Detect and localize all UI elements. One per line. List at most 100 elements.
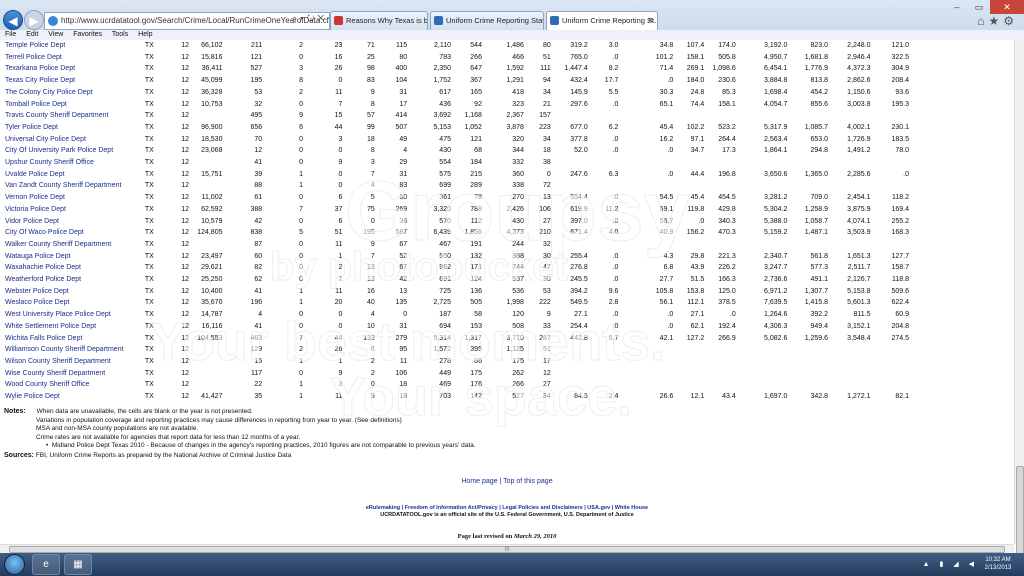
data-cell: 31 xyxy=(399,170,408,178)
data-cell: TX xyxy=(144,252,154,260)
menu-file[interactable]: File xyxy=(5,31,16,38)
data-cell: 0 xyxy=(299,135,304,143)
menu-view[interactable]: View xyxy=(48,31,63,38)
minimize-button[interactable]: – xyxy=(946,0,968,14)
horizontal-scrollbar[interactable]: ||| xyxy=(0,544,1014,553)
note-line-1: When data are unavailable, the cells are… xyxy=(36,408,253,415)
data-cell: 653.0 xyxy=(810,135,829,143)
data-cell: 102.2 xyxy=(686,123,705,131)
data-cell: 105.8 xyxy=(655,287,674,295)
gear-icon[interactable]: ⚙ xyxy=(1003,14,1018,28)
agency-name-cell: Walker County Sheriff Department xyxy=(5,240,112,248)
data-cell: 127.2 xyxy=(686,334,705,342)
data-cell: 11 xyxy=(335,88,343,96)
data-cell: 394.2 xyxy=(570,287,588,295)
address-bar-buttons[interactable]: ⌕▾↻✕ xyxy=(292,13,327,24)
address-bar[interactable]: http://www.ucrdatatool.gov/Search/Crime/… xyxy=(44,12,330,30)
data-cell: 10 xyxy=(367,322,375,330)
data-cell: 1 xyxy=(338,357,343,365)
table-row: Terrell Police Dept TX 12 15,816 121 0 16 25 80 7… xyxy=(4,52,910,64)
forward-button[interactable]: ▶ xyxy=(24,10,44,30)
data-cell: 377.8 xyxy=(570,135,588,143)
page-revised: Page last revised on March 29, 2010 xyxy=(0,533,1014,540)
data-cell: 12 xyxy=(181,369,190,377)
data-cell: 274.5 xyxy=(891,334,909,342)
data-cell: 5,153.8 xyxy=(847,287,871,295)
agency-name-cell: Texas City Police Dept xyxy=(5,77,76,85)
data-cell: 50 xyxy=(399,194,408,202)
menu-favorites[interactable]: Favorites xyxy=(73,31,102,38)
ie-taskbar-icon[interactable]: e xyxy=(32,554,60,575)
data-cell: 12 xyxy=(181,311,190,319)
data-cell: 184 xyxy=(470,159,482,167)
data-cell: 29 xyxy=(399,159,408,167)
data-cell: 5,082.6 xyxy=(764,334,788,342)
agency-name-cell: Waxahachie Police Dept xyxy=(5,264,82,272)
data-cell: 454.2 xyxy=(810,88,829,96)
data-cell: 0 xyxy=(299,252,304,260)
table-row: Tomball Police Dept TX 12 10,753 32 0 7 8 17 436 9… xyxy=(4,99,910,111)
data-cell: 1 xyxy=(299,381,304,389)
data-cell: 12 xyxy=(181,229,190,237)
data-cell: 67 xyxy=(399,264,408,272)
data-cell: TX xyxy=(144,322,154,330)
data-cell: 13 xyxy=(543,194,551,202)
explorer-taskbar-icon[interactable]: ▦ xyxy=(64,554,92,575)
footer-links[interactable]: eRulemaking | Freedom of Information Act… xyxy=(0,505,1014,512)
top-of-page-link[interactable]: Top of this page xyxy=(503,478,552,485)
data-cell: 34.7 xyxy=(690,147,705,155)
data-cell: 98 xyxy=(367,65,375,73)
menu-help[interactable]: Help xyxy=(138,31,152,38)
data-cell: 31 xyxy=(399,322,408,330)
data-cell xyxy=(705,368,736,380)
system-tray[interactable]: ▲ ▮ ◢ ◀ xyxy=(923,560,978,568)
agency-name-cell: Van Zandt County Sheriff Department xyxy=(5,182,122,190)
start-button[interactable] xyxy=(4,554,25,575)
data-cell: 15,816 xyxy=(201,53,223,61)
favorites-star-icon[interactable]: ★ xyxy=(988,14,1003,28)
menu-edit[interactable]: Edit xyxy=(26,31,38,38)
data-cell: 45.4 xyxy=(690,194,705,202)
data-cell xyxy=(619,110,674,122)
data-cell: 3,878 xyxy=(506,123,524,131)
tab-ucr-stats[interactable]: Uniform Crime Reporting Stati... xyxy=(430,11,544,31)
data-cell: 118.2 xyxy=(892,194,909,202)
vertical-scrollbar[interactable] xyxy=(1014,40,1024,576)
data-cell: 788 xyxy=(470,205,482,213)
table-row: Universal City Police Dept TX 12 18,530 70 0 3… xyxy=(4,134,910,146)
tab-ucr-active[interactable]: Uniform Crime Reporting St... ✕ xyxy=(546,11,658,31)
data-cell: 319.2 xyxy=(570,42,588,49)
data-cell: 3,692 xyxy=(433,112,451,120)
data-cell: 1,307.7 xyxy=(804,287,829,295)
data-cell: 60.9 xyxy=(895,311,909,319)
table-body: Temple Police Dept TX 12 66,102 211 2 23 71 115 2… xyxy=(4,40,910,403)
data-cell: 33 xyxy=(543,322,551,330)
data-cell: 16 xyxy=(334,53,343,61)
tab-close-icon[interactable]: ✕ xyxy=(647,12,654,30)
home-icon[interactable]: ⌂ xyxy=(977,14,988,28)
data-cell: 418 xyxy=(512,88,524,96)
data-cell xyxy=(552,344,589,356)
tab-reasons-texas[interactable]: Reasons Why Texas is better th... xyxy=(330,11,428,31)
horizontal-scroll-thumb[interactable]: ||| xyxy=(9,546,1005,553)
data-cell: 18 xyxy=(399,381,408,389)
tab-label: Uniform Crime Reporting Stati... xyxy=(446,16,544,25)
data-cell: 0 xyxy=(338,170,343,178)
data-cell: 36 xyxy=(399,217,408,225)
data-cell: 7 xyxy=(338,276,343,284)
clock[interactable]: 10:32 AM 2/13/2013 xyxy=(978,556,1018,572)
data-cell: 0 xyxy=(299,322,304,330)
data-cell: 12.1 xyxy=(690,393,705,401)
home-page-link[interactable]: Home page xyxy=(461,478,497,485)
data-cell: TX xyxy=(144,147,154,155)
data-cell: 132 xyxy=(470,252,482,260)
note-line-2: Variations in population coverage and re… xyxy=(36,416,402,424)
close-button[interactable]: ✕ xyxy=(990,0,1024,14)
back-button[interactable]: ◀ xyxy=(3,10,23,30)
data-cell: 0 xyxy=(299,311,304,319)
data-cell: 6,439 xyxy=(433,229,451,237)
maximize-button[interactable]: ▭ xyxy=(968,0,990,14)
data-cell: 12 xyxy=(181,135,190,143)
data-cell: 222 xyxy=(539,299,551,307)
menu-tools[interactable]: Tools xyxy=(112,31,128,38)
